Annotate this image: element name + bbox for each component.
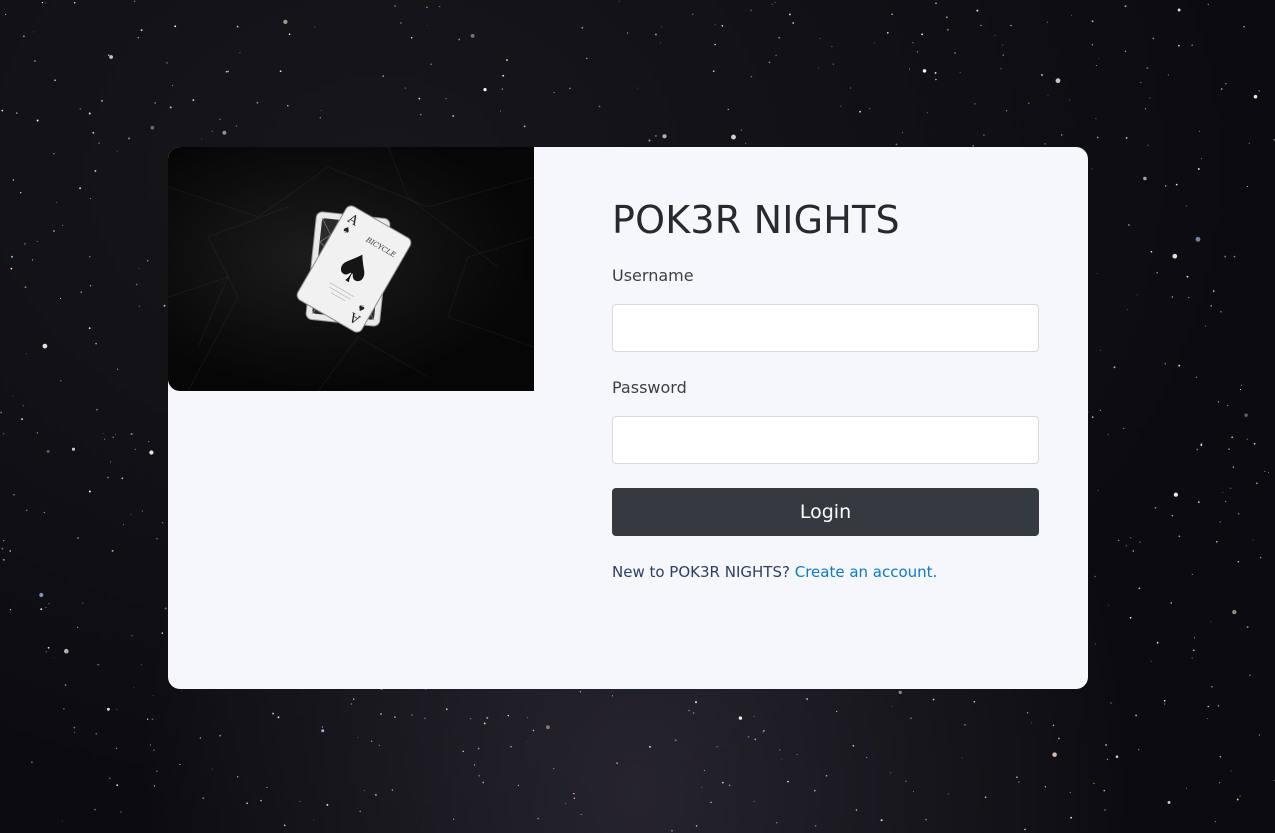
page-title: POK3R NIGHTS: [612, 198, 900, 242]
hero-image: A ♠ BICYCLE ♠ A ♠: [168, 147, 534, 391]
username-label: Username: [612, 266, 694, 285]
login-button[interactable]: Login: [612, 488, 1039, 536]
username-input[interactable]: [612, 304, 1039, 352]
password-label: Password: [612, 378, 687, 397]
create-account-link[interactable]: Create an account.: [795, 563, 938, 581]
playing-cards-icon: A ♠ BICYCLE ♠ A ♠: [296, 205, 412, 333]
signup-prompt-text: New to POK3R NIGHTS?: [612, 563, 790, 581]
password-input[interactable]: [612, 416, 1039, 464]
signup-prompt: New to POK3R NIGHTS? Create an account.: [612, 563, 937, 581]
login-card: A ♠ BICYCLE ♠ A ♠ POK3R NIGHTS Username …: [168, 147, 1088, 689]
